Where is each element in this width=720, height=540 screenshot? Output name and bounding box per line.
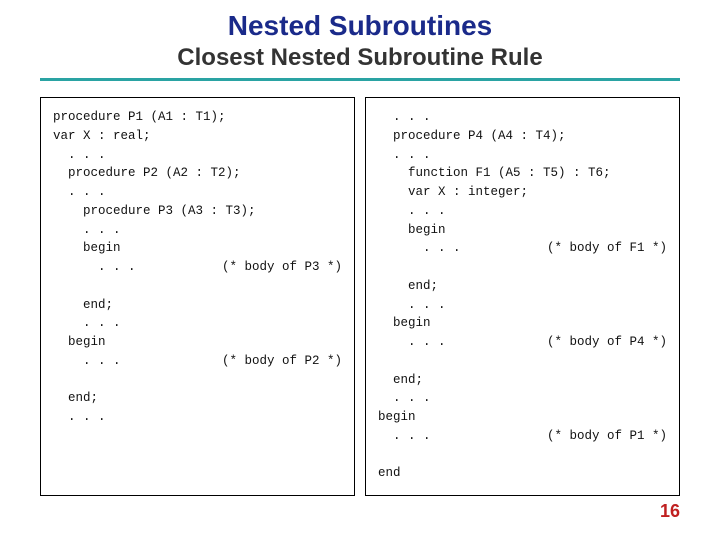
code-line: procedure P1 (A1 : T1);	[53, 110, 226, 124]
code-line: . . .	[378, 298, 446, 312]
code-line: . . .(* body of P2 *)	[53, 352, 342, 371]
code-comment: (* body of P4 *)	[547, 333, 667, 352]
code-line: end;	[53, 391, 98, 405]
code-line: . . .	[53, 185, 106, 199]
code-line: . . .(* body of P3 *)	[53, 258, 342, 277]
slide-title: Nested Subroutines	[0, 0, 720, 42]
code-line: var X : integer;	[378, 185, 528, 199]
code-line: . . .	[378, 148, 431, 162]
code-line: . . .	[378, 391, 431, 405]
code-line: begin	[378, 410, 416, 424]
code-line: . . .(* body of F1 *)	[378, 239, 667, 258]
code-line: end	[378, 466, 401, 480]
code-line: begin	[378, 316, 431, 330]
code-columns: procedure P1 (A1 : T1); var X : real; . …	[0, 97, 720, 496]
divider	[40, 78, 680, 81]
code-line: . . .(* body of P1 *)	[378, 427, 667, 446]
code-line: end;	[53, 298, 113, 312]
code-line: begin	[378, 223, 446, 237]
code-line: end;	[378, 373, 423, 387]
code-comment: (* body of P2 *)	[222, 352, 342, 371]
code-line: begin	[53, 241, 121, 255]
page-number: 16	[660, 501, 680, 522]
code-line: . . .	[53, 410, 106, 424]
code-line: procedure P3 (A3 : T3);	[53, 204, 256, 218]
code-line: . . .	[378, 204, 446, 218]
code-line: . . .	[53, 223, 121, 237]
code-line: . . .	[378, 110, 431, 124]
code-line: . . .	[53, 148, 106, 162]
code-line: var X : real;	[53, 129, 151, 143]
code-line: procedure P4 (A4 : T4);	[378, 129, 566, 143]
code-line: end;	[378, 279, 438, 293]
code-line: . . .(* body of P4 *)	[378, 333, 667, 352]
code-line: procedure P2 (A2 : T2);	[53, 166, 241, 180]
code-line: . . .	[53, 316, 121, 330]
code-line: begin	[53, 335, 106, 349]
code-comment: (* body of P1 *)	[547, 427, 667, 446]
code-line: function F1 (A5 : T5) : T6;	[378, 166, 611, 180]
code-comment: (* body of P3 *)	[222, 258, 342, 277]
code-box-right: . . . procedure P4 (A4 : T4); . . . func…	[365, 97, 680, 496]
code-box-left: procedure P1 (A1 : T1); var X : real; . …	[40, 97, 355, 496]
code-comment: (* body of F1 *)	[547, 239, 667, 258]
slide-subtitle: Closest Nested Subroutine Rule	[0, 42, 720, 78]
